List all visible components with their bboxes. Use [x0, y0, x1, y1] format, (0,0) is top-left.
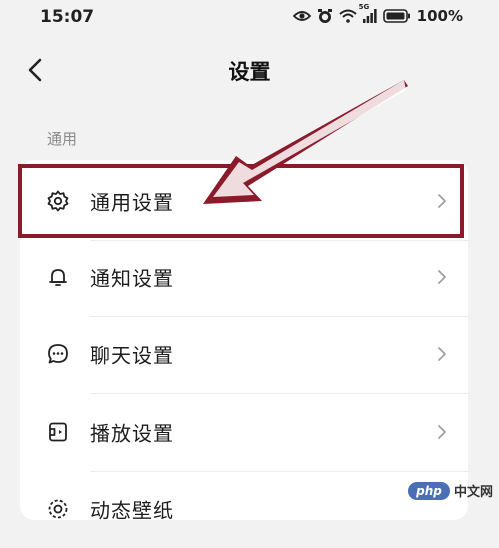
- wifi-icon: [338, 9, 357, 23]
- watermark: php 中文网: [407, 481, 493, 500]
- watermark-logo: php: [407, 481, 450, 500]
- chevron-right-icon: [436, 192, 448, 210]
- signal-icon: 5G: [359, 3, 377, 23]
- chevron-right-icon: [436, 345, 448, 363]
- eye-icon: [292, 9, 311, 23]
- play-settings-icon: [46, 420, 70, 444]
- list-item-label: 动态壁纸: [90, 498, 174, 523]
- status-icons: 5G 100%: [292, 3, 463, 25]
- section-label: 通用: [47, 130, 78, 148]
- list-item-label: 播放设置: [90, 421, 174, 446]
- list-item-label: 通用设置: [90, 190, 174, 215]
- watermark-text: 中文网: [453, 485, 493, 500]
- list-item-notification-settings[interactable]: 通知设置: [20, 238, 468, 316]
- chevron-right-icon: [436, 268, 448, 286]
- nav-bar: 设置: [0, 44, 499, 94]
- alarm-icon: [317, 8, 333, 24]
- network-badge: 5G: [358, 3, 370, 11]
- list-item-playback-settings[interactable]: 播放设置: [20, 393, 468, 471]
- gear-icon: [46, 189, 70, 213]
- status-time: 15:07: [40, 7, 95, 27]
- wallpaper-icon: [46, 497, 70, 521]
- list-item-label: 聊天设置: [90, 343, 174, 368]
- battery-percent: 100%: [416, 7, 463, 25]
- settings-list: 通用设置 通知设置 聊天设置 播放设置 动态壁纸: [20, 160, 468, 523]
- battery-icon: [382, 9, 411, 23]
- chevron-right-icon: [436, 423, 448, 441]
- list-item-label: 通知设置: [90, 266, 174, 291]
- list-item-general-settings[interactable]: 通用设置: [20, 162, 468, 240]
- chat-bubble-icon: [46, 342, 70, 366]
- status-bar: 15:07 5G 100%: [0, 0, 499, 34]
- page-title: 设置: [228, 60, 271, 84]
- list-item-chat-settings[interactable]: 聊天设置: [20, 315, 468, 393]
- list-item-live-wallpaper[interactable]: 动态壁纸: [20, 470, 468, 548]
- bell-icon: [46, 265, 70, 289]
